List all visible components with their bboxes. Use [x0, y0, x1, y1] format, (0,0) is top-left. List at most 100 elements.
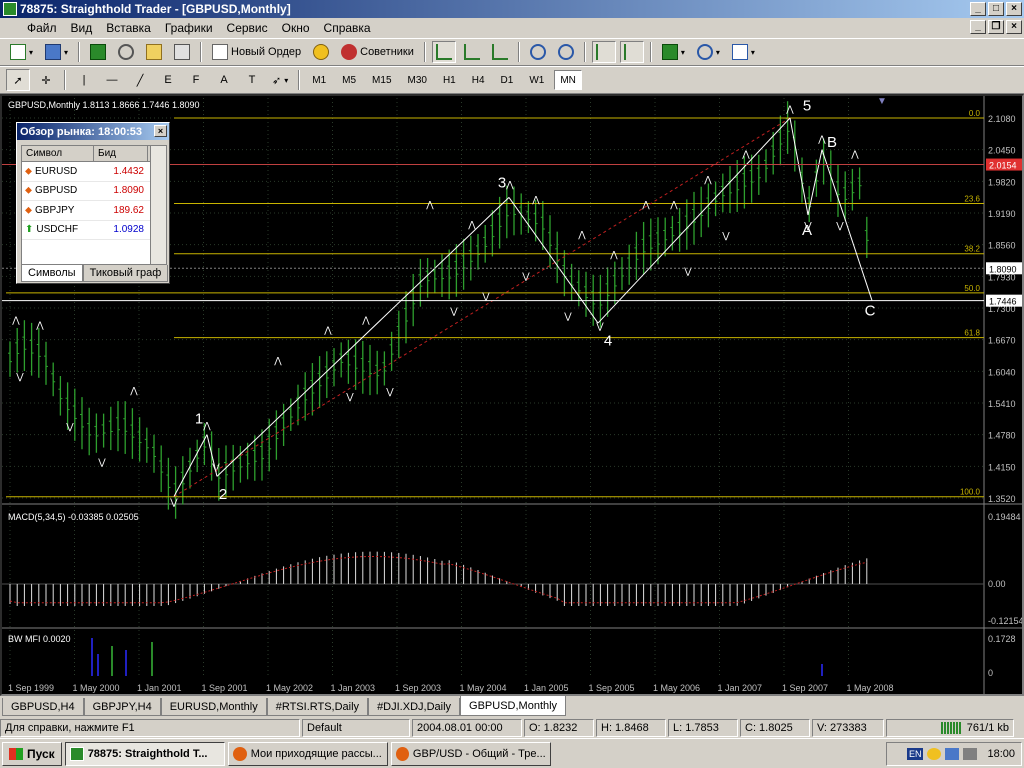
candle-chart-button[interactable] — [460, 41, 484, 63]
profiles-button[interactable]: ▾ — [41, 41, 72, 63]
timeframe-m15[interactable]: M15 — [366, 70, 397, 90]
channel-tool[interactable]: E — [156, 69, 180, 91]
maximize-button[interactable]: □ — [988, 2, 1004, 16]
child-close-button[interactable]: × — [1006, 20, 1022, 34]
zoom-out-button[interactable] — [554, 41, 578, 63]
fractal-up-arrow: ⋀ — [361, 315, 370, 325]
timeframe-h1[interactable]: H1 — [437, 70, 462, 90]
navigator-button[interactable] — [114, 41, 138, 63]
menu-tools[interactable]: Сервис — [220, 19, 275, 37]
tester-button[interactable] — [170, 41, 194, 63]
fractal-up-arrow: ⋀ — [850, 149, 859, 159]
tab-dji-daily[interactable]: #DJI.XDJ,Daily — [368, 698, 461, 716]
price-tick-label: 1.4150 — [988, 462, 1016, 472]
horizontal-line-tool[interactable]: — — [100, 69, 124, 91]
market-watch-row[interactable]: ⬆ USDCHF 1.0928 — [22, 221, 166, 240]
zoom-in-button[interactable] — [526, 41, 550, 63]
taskbar-item-mail[interactable]: Мои приходящие рассы... — [227, 741, 388, 766]
menu-insert[interactable]: Вставка — [99, 19, 158, 37]
status-time: 2004.08.01 00:00 — [412, 719, 522, 737]
close-button[interactable]: × — [1006, 2, 1022, 16]
taskbar-item-browser[interactable]: GBP/USD - Общий - Тре... — [390, 741, 551, 766]
text-tool[interactable]: A — [212, 69, 236, 91]
start-button[interactable]: Пуск — [2, 741, 62, 766]
date-tick-label: 1 May 2002 — [266, 683, 313, 693]
connection-icon — [940, 722, 961, 734]
timeframe-m1[interactable]: M1 — [306, 70, 332, 90]
navigator-icon — [118, 44, 135, 60]
fractal-up-arrow: ⋀ — [202, 421, 211, 431]
bar-chart-button[interactable] — [431, 41, 456, 63]
menu-help[interactable]: Справка — [317, 19, 378, 37]
clock-icon — [696, 44, 713, 60]
arrows-tool[interactable]: ➶ ▾ — [268, 69, 292, 91]
tray-icon[interactable] — [945, 748, 960, 760]
tab-rtsi-daily[interactable]: #RTSI.RTS,Daily — [266, 698, 369, 716]
label-tool[interactable]: T — [240, 69, 264, 91]
arrow-down-icon: ⬥ — [25, 204, 32, 216]
fibo-tool[interactable]: F — [184, 69, 208, 91]
market-watch-close-button[interactable]: × — [154, 125, 167, 137]
menu-charts[interactable]: Графики — [158, 19, 220, 37]
child-minimize-button[interactable]: _ — [970, 20, 986, 34]
app-icon — [3, 2, 17, 16]
timeframe-mn[interactable]: MN — [554, 70, 582, 90]
date-tick-label: 1 Jan 2005 — [524, 683, 569, 693]
tray-icon[interactable] — [927, 748, 942, 760]
market-watch-window[interactable]: Обзор рынка: 18:00:53 × Символ Бид ⬥ EURU… — [16, 122, 170, 284]
timeframe-d1[interactable]: D1 — [495, 70, 520, 90]
menu-window[interactable]: Окно — [275, 19, 317, 37]
date-tick-label: 1 Sep 2003 — [395, 683, 441, 693]
timeframe-h4[interactable]: H4 — [466, 70, 491, 90]
taskbar-item-trader[interactable]: 78875: Straighthold T... — [64, 741, 225, 766]
new-chart-button[interactable]: ▾ — [6, 41, 37, 63]
tester-icon — [174, 44, 191, 60]
tab-symbols[interactable]: Символы — [21, 265, 83, 282]
market-watch-grid: Символ Бид ⬥ EURUSD 1.4432 ⬥ GBPUSD 1.8090… — [21, 145, 167, 265]
experts-button[interactable]: Советники — [337, 41, 418, 63]
tray-icon[interactable] — [963, 748, 978, 760]
menu-view[interactable]: Вид — [64, 19, 100, 37]
templates-button[interactable]: ▾ — [728, 41, 759, 63]
language-indicator[interactable]: EN — [906, 748, 924, 760]
tab-gbpusd-monthly[interactable]: GBPUSD,Monthly — [460, 696, 567, 716]
trendline-tool[interactable]: ╱ — [128, 69, 152, 91]
market-watch-row[interactable]: ⬥ EURUSD 1.4432 — [22, 162, 166, 182]
tab-gbpusd-h4[interactable]: GBPUSD,H4 — [2, 698, 84, 716]
tab-eurusd-monthly[interactable]: EURUSD,Monthly — [160, 698, 267, 716]
timeframe-m5[interactable]: M5 — [336, 70, 362, 90]
fractal-up-arrow: ⋀ — [11, 315, 20, 325]
warning-button[interactable] — [309, 41, 333, 63]
column-symbol[interactable]: Символ — [22, 146, 94, 161]
tab-gbpjpy-h4[interactable]: GBPJPY,H4 — [83, 698, 161, 716]
child-restore-button[interactable]: ❐ — [988, 20, 1004, 34]
indicators-button[interactable]: ▾ — [658, 41, 689, 63]
folder-button[interactable] — [142, 41, 166, 63]
autoscroll-button[interactable] — [591, 41, 616, 63]
market-watch-scrollbar[interactable] — [150, 146, 166, 264]
cursor-tool[interactable]: ➚ — [6, 69, 30, 91]
timeframe-w1[interactable]: W1 — [523, 70, 550, 90]
timeframe-m30[interactable]: M30 — [402, 70, 433, 90]
new-order-button[interactable]: Новый Ордер — [208, 41, 305, 63]
menu-file[interactable]: Файл — [20, 19, 64, 37]
market-watch-row[interactable]: ⬥ GBPJPY 189.62 — [22, 201, 166, 221]
chart-shift-button[interactable] — [619, 41, 644, 63]
column-bid[interactable]: Бид — [94, 146, 148, 161]
minimize-button[interactable]: _ — [970, 2, 986, 16]
vertical-line-tool[interactable]: | — [72, 69, 96, 91]
windows-logo-icon — [9, 747, 23, 760]
market-watch-row[interactable]: ⬥ GBPUSD 1.8090 — [22, 182, 166, 201]
status-volume: V: 273383 — [812, 719, 884, 737]
fractal-down-arrow: ⋁ — [65, 422, 74, 432]
periods-button[interactable]: ▾ — [693, 41, 724, 63]
new-order-icon — [212, 44, 229, 60]
fractal-up-arrow: ⋀ — [669, 199, 678, 209]
date-tick-label: 1 Jan 2003 — [331, 683, 376, 693]
market-watch-button[interactable] — [86, 41, 110, 63]
arrow-up-icon: ⬆ — [25, 224, 34, 236]
line-chart-button[interactable] — [488, 41, 512, 63]
tab-tick-chart[interactable]: Тиковый граф — [82, 265, 169, 282]
date-tick-label: 1 May 2004 — [460, 683, 507, 693]
crosshair-tool[interactable]: ✛ — [34, 69, 58, 91]
